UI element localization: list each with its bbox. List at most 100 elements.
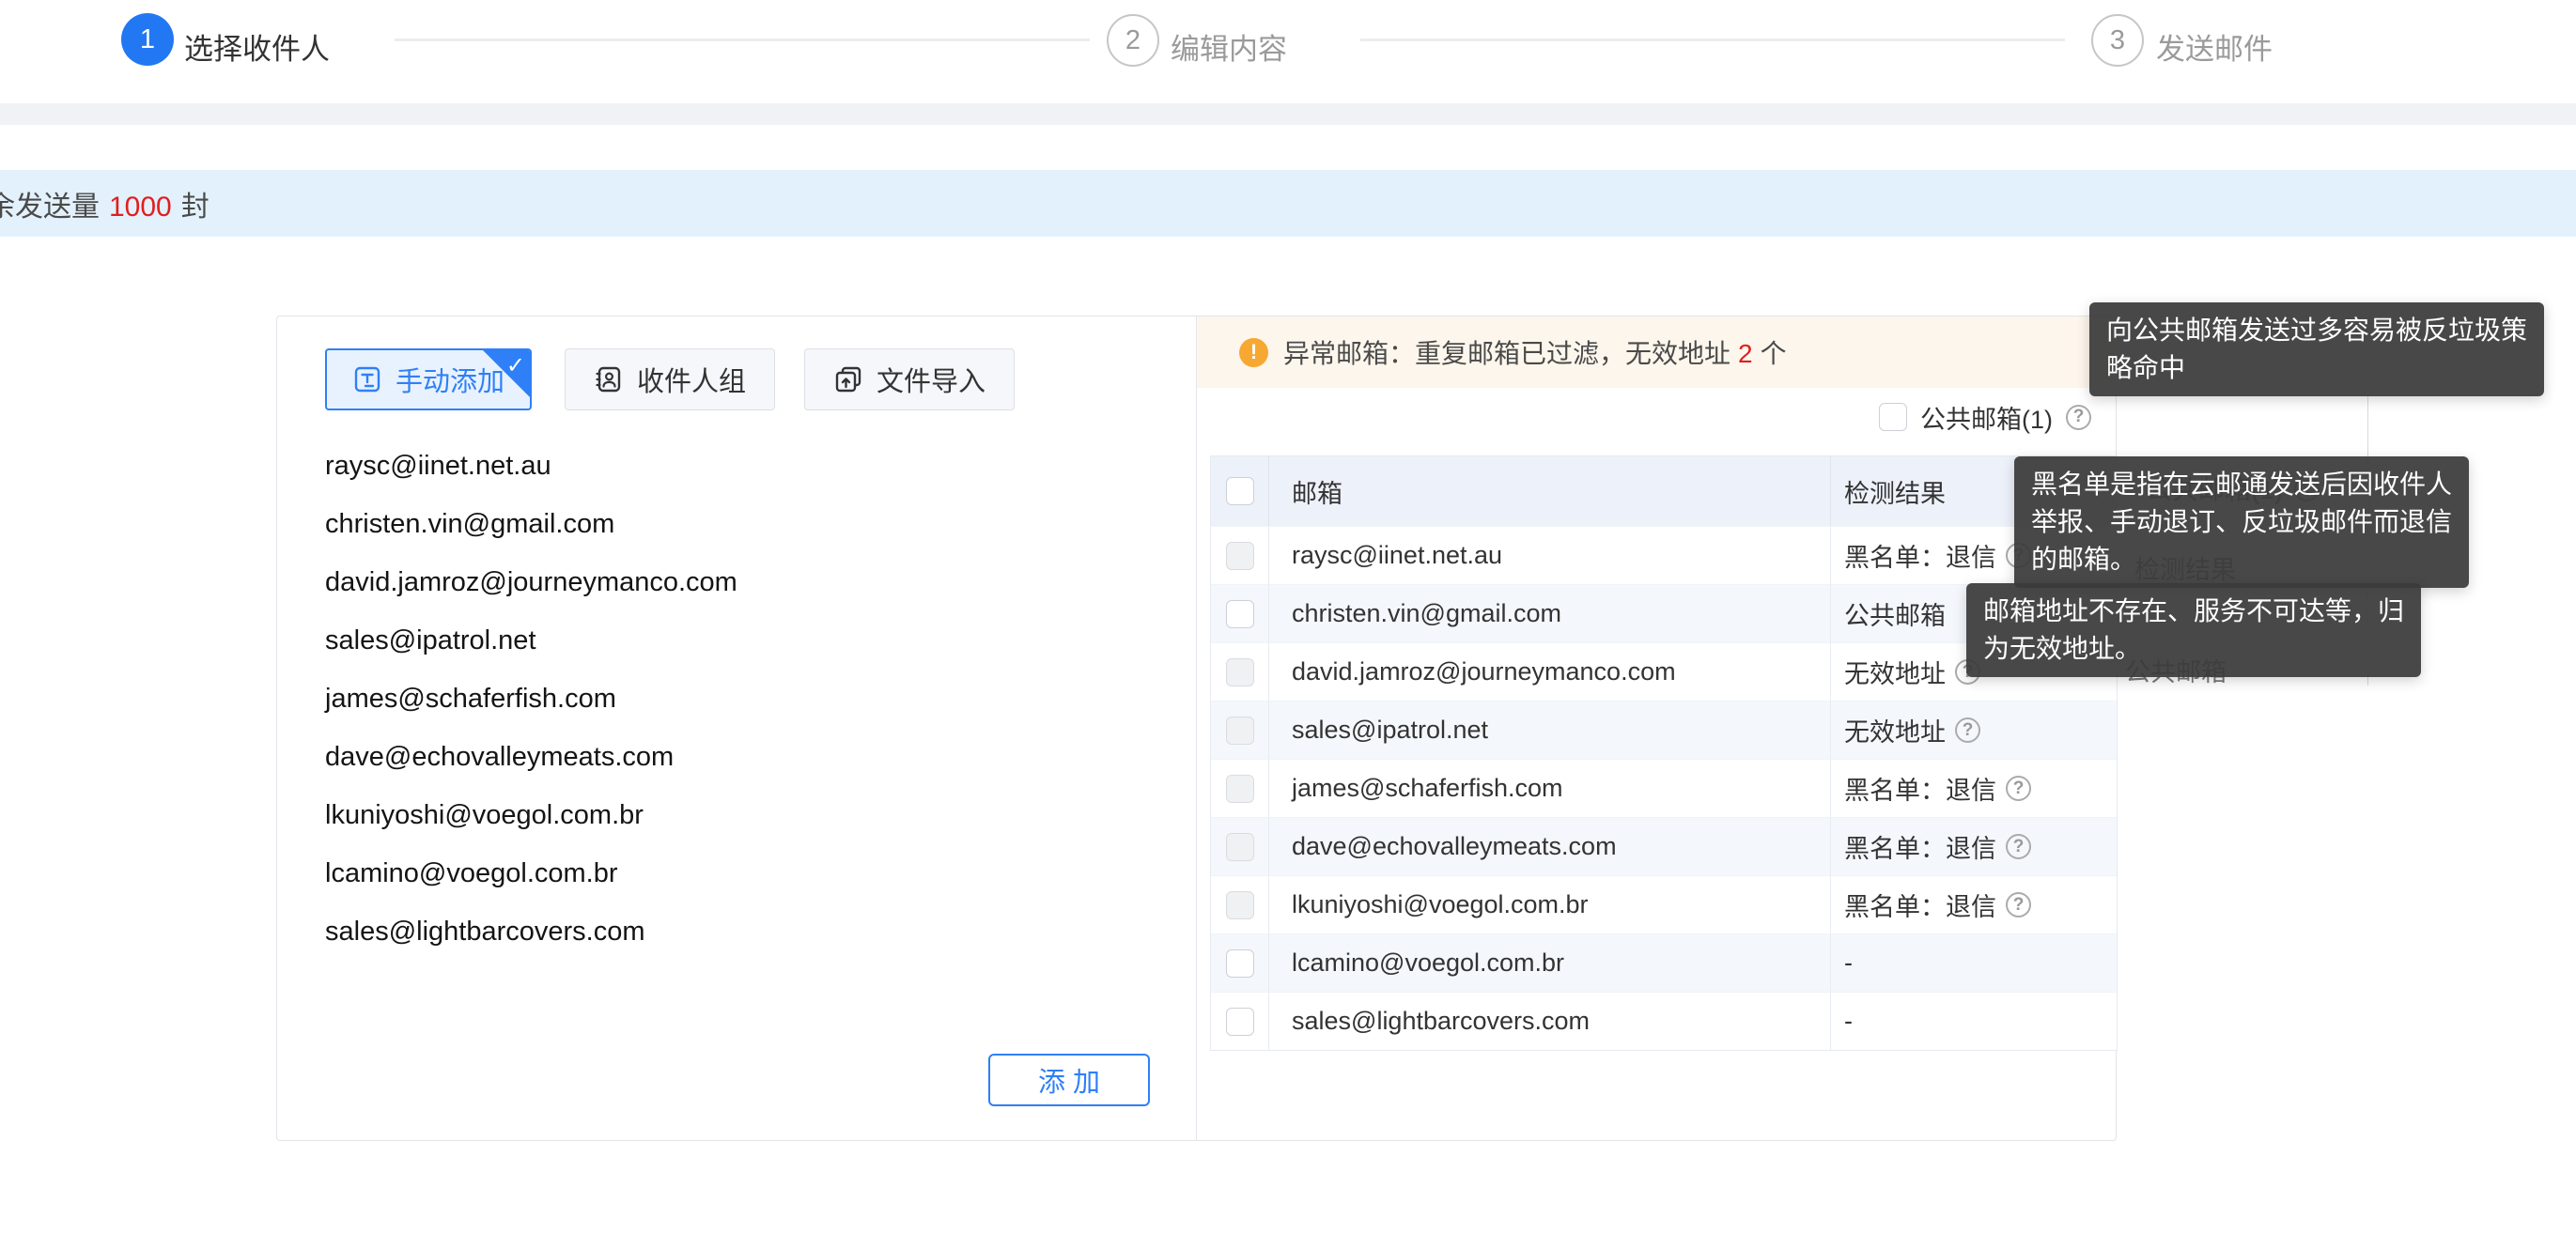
recipient-selection-card: 手动添加 ✓ 收件人组 文件导入 raysc@iinet.net.auchris… (276, 316, 2117, 1141)
alert-prefix: 异常邮箱：重复邮箱已过滤，无效地址 (1283, 339, 1730, 368)
manual-add-icon (352, 364, 382, 394)
row-checkbox-cell (1211, 643, 1269, 701)
abnormal-mailbox-alert-text: 异常邮箱：重复邮箱已过滤，无效地址2个 (1283, 333, 1787, 371)
row-checkbox-cell (1211, 585, 1269, 642)
row-checkbox (1226, 717, 1254, 745)
send-quota-suffix: 封 (181, 192, 209, 223)
send-quota-text: 余发送量1000封 (0, 183, 209, 224)
header-email: 邮箱 (1269, 456, 1831, 526)
step-connector-2 (1360, 39, 2065, 41)
table-row: dave@echovalleymeats.com黑名单：退信? (1211, 817, 2117, 875)
row-checkbox (1226, 542, 1254, 570)
file-import-icon (833, 364, 863, 394)
row-checkbox-cell (1211, 993, 1269, 1050)
recipient-email-line: sales@ipatrol.net (325, 611, 1152, 670)
row-result-text: 黑名单：退信 (1844, 537, 1996, 574)
public-mailbox-help-icon[interactable]: ? (2066, 405, 2091, 430)
row-checkbox (1226, 658, 1254, 686)
row-checkbox (1226, 775, 1254, 803)
step-3-circle: 3 (2091, 14, 2144, 67)
row-checkbox[interactable] (1226, 949, 1254, 978)
tooltip-public-mailbox: 向公共邮箱发送过多容易被反垃圾策 略命中 (2089, 302, 2544, 396)
header-checkbox-cell (1211, 456, 1269, 526)
table-row: raysc@iinet.net.au黑名单：退信? (1211, 526, 2117, 584)
row-result-text: - (1844, 948, 1853, 978)
public-mailbox-checkbox[interactable] (1879, 403, 1907, 431)
result-help-icon[interactable]: ? (2006, 834, 2031, 859)
result-help-icon[interactable]: ? (2006, 776, 2031, 801)
recipient-email-line: lcamino@voegol.com.br (325, 844, 1152, 902)
table-row: sales@lightbarcovers.com- (1211, 992, 2117, 1050)
row-result: - (1831, 934, 2117, 992)
detection-result-table: 邮箱 检测结果 raysc@iinet.net.au 黑名单：退信? christe… (1210, 455, 2118, 1051)
public-mailbox-row: 公共邮箱(1) ? (1879, 399, 2091, 435)
warning-icon: ! (1239, 338, 1268, 367)
tab-file-import-label: 文件导入 (877, 360, 985, 399)
step-2-label: 编辑内容 (1171, 25, 1287, 68)
detection-panel: ! 异常邮箱：重复邮箱已过滤，无效地址2个 公共邮箱(1) ? 邮箱 检测结果 … (1197, 316, 2118, 1140)
row-checkbox-cell (1211, 760, 1269, 817)
step-2-number: 2 (1125, 25, 1141, 56)
recipient-email-line: james@schaferfish.com (325, 670, 1152, 728)
table-row: james@schaferfish.com黑名单：退信? (1211, 759, 2117, 817)
result-help-icon[interactable]: ? (1955, 717, 1980, 743)
recipient-group-icon (594, 364, 624, 394)
row-result-text: - (1844, 1007, 1853, 1036)
row-result: 黑名单：退信? (1831, 760, 2117, 817)
tab-manual-add[interactable]: 手动添加 ✓ (325, 348, 532, 410)
step-3-label: 发送邮件 (2156, 25, 2273, 68)
recipient-email-line: dave@echovalleymeats.com (325, 728, 1152, 786)
tab-file-import[interactable]: 文件导入 (804, 348, 1015, 410)
row-email: raysc@iinet.net.au (1269, 527, 1831, 584)
row-email: christen.vin@gmail.com (1269, 585, 1831, 642)
row-result-text: 无效地址 (1844, 712, 1946, 748)
header-separator-strip (0, 103, 2576, 125)
row-email: sales@lightbarcovers.com (1269, 993, 1831, 1050)
row-result: - (1831, 993, 2117, 1050)
recipient-email-line: david.jamroz@journeymanco.com (325, 553, 1152, 611)
step-wizard: 1 选择收件人 2 编辑内容 3 发送邮件 (0, 0, 2576, 103)
row-result-text: 黑名单：退信 (1844, 887, 1996, 923)
tooltip-blacklist: 黑名单是指在云邮通发送后因收件人 举报、手动退订、反垃圾邮件而退信 的邮箱。 (2014, 456, 2469, 588)
table-header-row: 邮箱 检测结果 (1211, 456, 2117, 526)
recipient-input-area[interactable]: raysc@iinet.net.auchristen.vin@gmail.com… (325, 437, 1152, 961)
row-result-text: 无效地址 (1844, 654, 1946, 690)
result-help-icon[interactable]: ? (2006, 892, 2031, 917)
row-checkbox-cell (1211, 876, 1269, 933)
row-email: lcamino@voegol.com.br (1269, 934, 1831, 992)
row-result: 黑名单：退信? (1831, 818, 2117, 875)
table-row: lkuniyoshi@voegol.com.br黑名单：退信? (1211, 875, 2117, 933)
alert-invalid-count: 2 (1730, 339, 1761, 368)
recipient-email-line: christen.vin@gmail.com (325, 495, 1152, 553)
public-mailbox-label: 公共邮箱(1) (1920, 399, 2053, 436)
table-row: lcamino@voegol.com.br- (1211, 933, 2117, 992)
active-tab-check-icon: ✓ (506, 352, 525, 379)
step-1-number: 1 (140, 24, 155, 55)
row-email: lkuniyoshi@voegol.com.br (1269, 876, 1831, 933)
send-quota-banner: 余发送量1000封 (0, 170, 2576, 237)
tab-recipient-group-label: 收件人组 (637, 360, 746, 399)
row-result-text: 黑名单：退信 (1844, 770, 1996, 807)
row-checkbox-cell (1211, 818, 1269, 875)
step-connector-1 (395, 39, 1090, 41)
row-result: 无效地址? (1831, 702, 2117, 759)
row-result: 黑名单：退信? (1831, 876, 2117, 933)
row-checkbox (1226, 833, 1254, 861)
row-email: david.jamroz@journeymanco.com (1269, 643, 1831, 701)
recipient-email-line: raysc@iinet.net.au (325, 437, 1152, 495)
step-1-circle: 1 (121, 13, 174, 66)
row-checkbox[interactable] (1226, 600, 1254, 628)
select-all-checkbox[interactable] (1226, 477, 1254, 505)
add-button[interactable]: 添 加 (988, 1054, 1150, 1106)
alert-suffix: 个 (1761, 339, 1787, 368)
row-checkbox[interactable] (1226, 1008, 1254, 1036)
send-quota-count: 1000 (100, 192, 181, 223)
row-result-text: 公共邮箱 (1844, 595, 1946, 632)
step-1-label: 选择收件人 (184, 25, 330, 68)
tab-recipient-group[interactable]: 收件人组 (565, 348, 775, 410)
recipient-email-line: sales@lightbarcovers.com (325, 902, 1152, 961)
send-quota-prefix: 余发送量 (0, 192, 100, 223)
row-result-text: 黑名单：退信 (1844, 828, 1996, 865)
row-email: dave@echovalleymeats.com (1269, 818, 1831, 875)
row-email: sales@ipatrol.net (1269, 702, 1831, 759)
